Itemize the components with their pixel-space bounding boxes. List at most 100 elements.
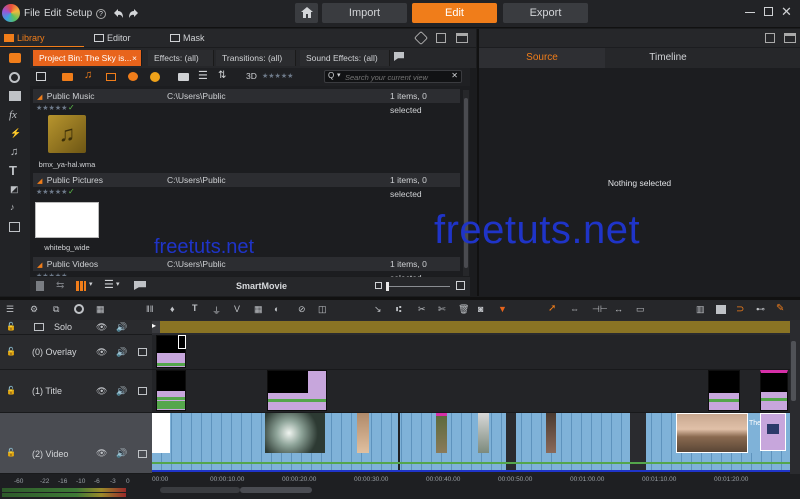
snapshot-icon[interactable]: ◙: [478, 304, 483, 314]
picture-thumbnail[interactable]: [35, 202, 99, 238]
video-clip-end[interactable]: [760, 413, 786, 451]
check-filter-icon[interactable]: [150, 72, 160, 82]
video-clip-thumb[interactable]: [478, 413, 489, 453]
track-monitor-icon[interactable]: [138, 450, 147, 458]
sound-effects-icon[interactable]: ♪: [10, 202, 15, 212]
storyboard-icon[interactable]: ⧉: [53, 304, 59, 315]
list-view-icon[interactable]: ☰: [198, 69, 208, 82]
tab-project-bin[interactable]: Project Bin: The Sky is... ×: [33, 50, 142, 66]
search-input[interactable]: [345, 72, 445, 82]
tab-effects[interactable]: Effects: (all): [148, 50, 214, 66]
stereo-icon[interactable]: ◫: [318, 304, 327, 315]
track-monitor-icon[interactable]: [138, 348, 147, 356]
lock-icon[interactable]: 🔓: [6, 347, 16, 356]
scrollbar-thumb[interactable]: [791, 341, 796, 401]
panel-layout-icon[interactable]: [456, 33, 468, 43]
lock-icon[interactable]: 🔓: [6, 448, 16, 457]
undo-icon[interactable]: [112, 8, 124, 20]
popout-icon[interactable]: [765, 33, 775, 43]
grid-view-icon[interactable]: [76, 281, 86, 291]
speaker-icon[interactable]: 🔊: [116, 386, 127, 397]
eye-icon[interactable]: 👁: [96, 347, 107, 358]
title-clip[interactable]: [156, 370, 186, 411]
trim-icon[interactable]: ⇔: [570, 304, 579, 314]
magnet-icon[interactable]: ⊃: [736, 304, 744, 315]
merge-icon[interactable]: ⇆: [56, 280, 64, 291]
color-icon[interactable]: ◐: [274, 304, 279, 314]
grid-dropdown-icon[interactable]: ▾: [89, 280, 93, 288]
trash-icon[interactable]: [36, 281, 44, 291]
sort-icon[interactable]: ⇅: [218, 70, 226, 81]
thumbnail-size-slider[interactable]: [386, 286, 450, 287]
slip-icon[interactable]: ↔: [614, 304, 623, 314]
grid-snap-icon[interactable]: ▥: [696, 304, 705, 315]
list-dropdown-icon[interactable]: ▾: [116, 280, 120, 288]
search-dropdown-icon[interactable]: ▾: [337, 71, 341, 79]
3d-filter[interactable]: 3D: [246, 71, 257, 81]
tab-transitions[interactable]: Transitions: (all): [216, 50, 296, 66]
all-media-icon[interactable]: [36, 72, 46, 81]
menu-edit[interactable]: Edit: [44, 8, 61, 19]
delete-icon[interactable]: 🗑: [458, 304, 469, 315]
clip-trim-handle[interactable]: [178, 335, 186, 349]
video-clip-white[interactable]: [152, 413, 170, 453]
title-icon[interactable]: T: [9, 163, 17, 178]
grid-icon[interactable]: ▦: [96, 304, 105, 315]
home-button[interactable]: [295, 3, 318, 23]
track-header-solo[interactable]: 🔓 Solo 👁 🔊: [0, 320, 152, 335]
media-icon[interactable]: [9, 72, 20, 83]
maximize-icon[interactable]: [764, 7, 773, 16]
overlay-lane[interactable]: [152, 335, 790, 370]
zoom-in-icon[interactable]: [456, 281, 465, 290]
list-view-icon[interactable]: ☰: [104, 278, 114, 291]
edit-button[interactable]: Edit: [412, 3, 497, 23]
motion-icon[interactable]: ⊘: [298, 304, 306, 315]
insert-mode-icon[interactable]: ↘: [374, 304, 382, 315]
tab-sound-effects[interactable]: Sound Effects: (all): [300, 50, 390, 66]
group-header-music[interactable]: ◢ Public Music C:\Users\Public 1 items, …: [33, 89, 460, 115]
score-fitter-icon[interactable]: V: [234, 304, 240, 314]
rating-stars[interactable]: ★★★★★: [36, 104, 67, 112]
tab-mask[interactable]: Mask: [170, 30, 205, 46]
split-clip-icon[interactable]: ⑆: [396, 304, 401, 314]
monitor-icon[interactable]: [34, 323, 44, 331]
tab-timeline[interactable]: Timeline: [605, 48, 731, 68]
track-header-title[interactable]: 🔓 (1) Title 👁 🔊: [0, 370, 152, 413]
montage-icon[interactable]: ◩: [10, 184, 19, 195]
collapse-icon[interactable]: ◢: [37, 178, 42, 185]
music-filter-icon[interactable]: ♫: [84, 69, 92, 81]
help-button[interactable]: ?: [96, 9, 106, 19]
smartmovie-button[interactable]: SmartMovie: [236, 281, 287, 291]
add-title-icon[interactable]: T: [192, 303, 198, 313]
eye-icon[interactable]: 👁: [96, 448, 107, 459]
lock-icon[interactable]: 🔓: [6, 322, 16, 331]
slider-handle[interactable]: [386, 282, 389, 291]
edit-tool-icon[interactable]: ✎: [776, 303, 784, 314]
tab-source[interactable]: Source: [479, 48, 605, 68]
cut-icon[interactable]: ✄: [438, 304, 446, 315]
project-filter-icon[interactable]: [128, 72, 138, 81]
track-header-overlay[interactable]: 🔓 (0) Overlay 👁 🔊: [0, 335, 152, 370]
collapse-icon[interactable]: ◢: [37, 94, 42, 101]
collections-icon[interactable]: [9, 91, 21, 101]
slide-icon[interactable]: ▭: [636, 304, 645, 315]
close-tab-icon[interactable]: ×: [132, 50, 137, 66]
video-clip-beach[interactable]: [676, 413, 748, 453]
track-monitor-icon[interactable]: [138, 387, 147, 395]
razor-icon[interactable]: ✂: [418, 304, 426, 315]
title-clip[interactable]: [708, 370, 740, 411]
redo-icon[interactable]: [128, 8, 140, 20]
video-clip-thumb[interactable]: [436, 413, 447, 453]
mic-icon[interactable]: ⏚: [212, 304, 221, 317]
fx-icon[interactable]: fx: [9, 109, 17, 121]
settings-icon[interactable]: ⚙: [30, 304, 38, 315]
title-lane[interactable]: [152, 370, 790, 413]
waveform-icon[interactable]: ‖‖: [146, 304, 153, 314]
minimize-icon[interactable]: [745, 12, 755, 13]
video-filter-icon[interactable]: [62, 73, 73, 81]
disc-icon[interactable]: [74, 304, 84, 314]
track-header-video[interactable]: 🔓 (2) Video 👁 🔊: [0, 413, 152, 474]
ripple-icon[interactable]: ⊣⊢: [592, 304, 608, 315]
zoom-out-icon[interactable]: [375, 282, 382, 289]
timeline-hscroll-thumb[interactable]: [160, 487, 240, 493]
